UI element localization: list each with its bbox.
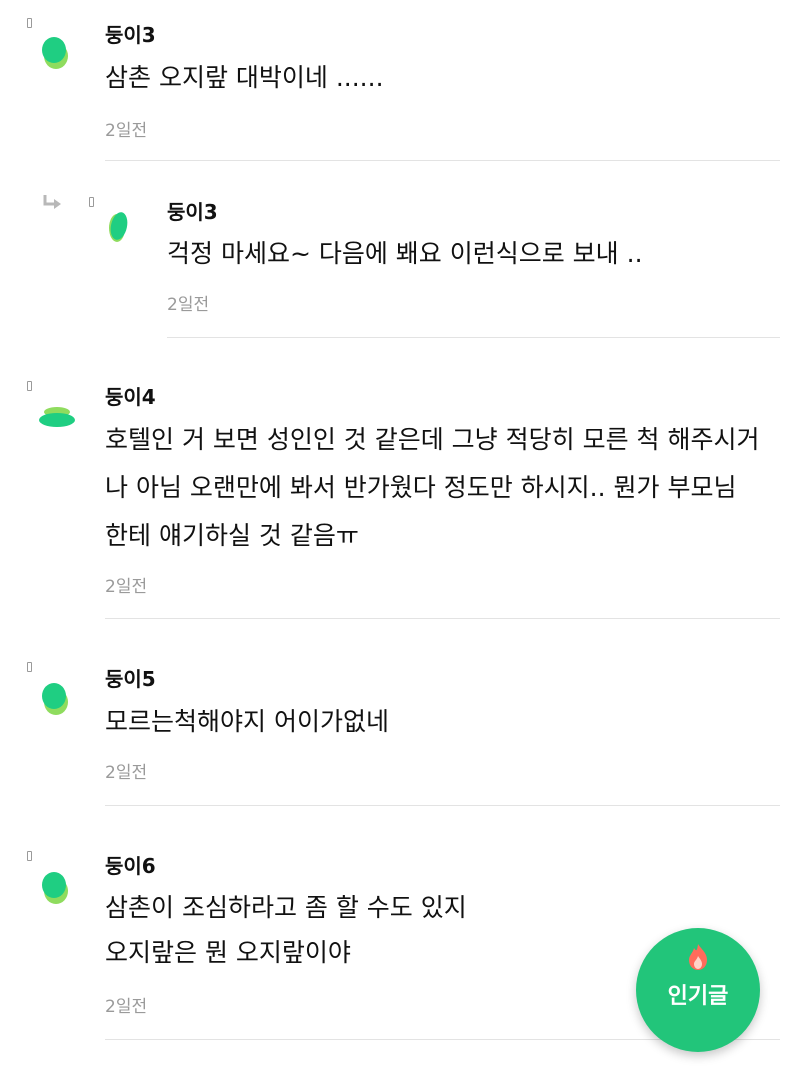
comment-text: 한테 얘기하실 것 같음ㅠ — [105, 521, 359, 550]
bookmark-marker-icon[interactable] — [27, 381, 32, 391]
comment-item: 둥이5 모르는척해야지 어이가없네 2일전 — [0, 620, 800, 808]
comment-text: 오지랖은 뭔 오지랖이야 — [105, 938, 351, 967]
leaf-avatar-icon[interactable] — [38, 32, 72, 76]
divider — [105, 160, 780, 161]
bookmark-marker-icon[interactable] — [89, 197, 94, 207]
comment-time: 2일전 — [105, 121, 148, 141]
popular-posts-button[interactable]: 인기글 — [636, 928, 760, 1052]
popular-posts-label: 인기글 — [667, 984, 729, 1009]
comment-author[interactable]: 둥이6 — [105, 850, 156, 879]
comment-text: 모르는척해야지 어이가없네 — [105, 707, 389, 736]
comment-text: 걱정 마세요~ 다음에 봬요 이런식으로 보내 .. — [167, 239, 643, 268]
comment-time: 2일전 — [105, 577, 148, 597]
comment-author[interactable]: 둥이3 — [105, 19, 156, 48]
comment-text: 삼촌이 조심하라고 좀 할 수도 있지 — [105, 893, 467, 922]
divider — [167, 337, 780, 338]
comment-text: 나 아님 오랜만에 봐서 반가웠다 정도만 하시지.. 뭔가 부모님 — [105, 473, 737, 502]
comment-item: 둥이3 삼촌 오지랖 대박이네 ...... 2일전 — [0, 0, 800, 162]
comment-time: 2일전 — [167, 295, 210, 315]
divider — [105, 805, 780, 806]
bookmark-marker-icon[interactable] — [27, 662, 32, 672]
bookmark-marker-icon[interactable] — [27, 18, 32, 28]
comment-time: 2일전 — [105, 997, 148, 1017]
comment-item: 둥이4 호텔인 거 보면 성인인 것 같은데 그냥 적당히 모른 척 해주시거 … — [0, 340, 800, 620]
leaf-avatar-icon[interactable] — [38, 678, 72, 722]
comment-time: 2일전 — [105, 763, 148, 783]
flame-icon — [684, 942, 712, 976]
divider — [105, 618, 780, 619]
comment-author[interactable]: 둥이3 — [167, 196, 218, 225]
bookmark-marker-icon[interactable] — [27, 851, 32, 861]
comment-author[interactable]: 둥이5 — [105, 663, 156, 692]
reply-item: 둥이3 걱정 마세요~ 다음에 봬요 이런식으로 보내 .. 2일전 — [0, 162, 800, 340]
reply-arrow-icon — [42, 194, 64, 216]
leaf-avatar-icon[interactable] — [38, 867, 72, 911]
comment-author[interactable]: 둥이4 — [105, 381, 156, 410]
leaf-avatar-icon[interactable] — [104, 208, 134, 250]
leaf-avatar-icon[interactable] — [36, 402, 78, 434]
comment-text: 호텔인 거 보면 성인인 것 같은데 그냥 적당히 모른 척 해주시거 — [105, 425, 760, 454]
comment-text: 삼촌 오지랖 대박이네 ...... — [105, 63, 384, 92]
